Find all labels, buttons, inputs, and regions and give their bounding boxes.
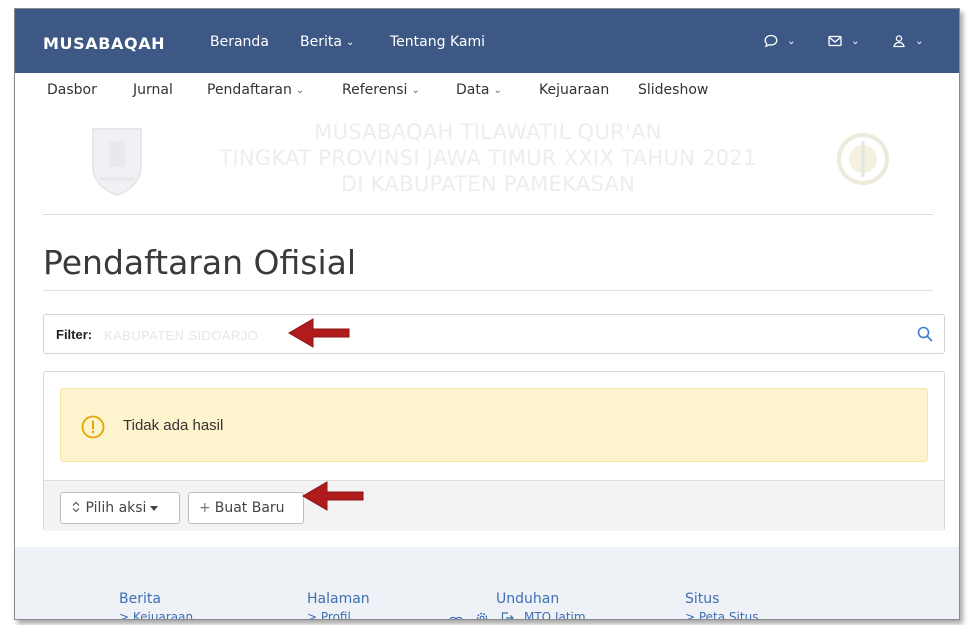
submenu-data[interactable]: Data ⌄ bbox=[456, 82, 502, 98]
event-banner: MUSABAQAH TILAWATIL QUR'AN TINGKAT PROVI… bbox=[43, 119, 933, 215]
results-panel: Tidak ada hasil Pilih aksi + Buat Baru bbox=[43, 371, 945, 531]
search-icon bbox=[917, 326, 933, 342]
submenu-jurnal[interactable]: Jurnal bbox=[133, 82, 173, 98]
user-menu-button[interactable]: ⌄ bbox=[891, 33, 924, 49]
submenu-referensi[interactable]: Referensi ⌄ bbox=[342, 82, 420, 98]
browser-viewport: MUSABAQAH Beranda Berita ⌄ Tentang Kami ⌄… bbox=[14, 8, 960, 620]
nav-berita-label: Berita bbox=[300, 34, 342, 50]
chevron-down-icon: ⌄ bbox=[295, 85, 305, 96]
footer-toolbar bbox=[449, 611, 514, 620]
footer-col-berita: Berita > Kejuaraan bbox=[119, 591, 193, 619]
chat-icon bbox=[764, 34, 778, 48]
banner-line-1: MUSABAQAH TILAWATIL QUR'AN bbox=[314, 120, 662, 144]
footer-heading-halaman[interactable]: Halaman bbox=[307, 591, 370, 607]
mail-icon bbox=[828, 35, 842, 47]
submenu-kejuaraan-label: Kejuaraan bbox=[539, 82, 610, 98]
warning-circle-icon bbox=[81, 415, 105, 439]
pilih-aksi-button[interactable]: Pilih aksi bbox=[60, 492, 180, 524]
chevron-down-icon: ⌄ bbox=[345, 37, 355, 48]
chevron-down-icon: ⌄ bbox=[787, 35, 796, 47]
banner-heading: MUSABAQAH TILAWATIL QUR'AN TINGKAT PROVI… bbox=[43, 119, 933, 197]
top-navbar: MUSABAQAH Beranda Berita ⌄ Tentang Kami ⌄… bbox=[15, 9, 959, 73]
site-footer: Berita > Kejuaraan Halaman > Profil Undu… bbox=[15, 547, 959, 620]
footer-col-situs: Situs > Peta Situs bbox=[685, 591, 758, 619]
footer-link-mtq-jatim[interactable]: MTQ Jatim bbox=[524, 610, 586, 619]
submenu-pendaftaran[interactable]: Pendaftaran ⌄ bbox=[207, 82, 304, 98]
nav-beranda[interactable]: Beranda bbox=[210, 34, 269, 50]
annotation-arrow-filter bbox=[288, 318, 350, 348]
brand-logo[interactable]: MUSABAQAH bbox=[43, 34, 165, 53]
mtq-emblem-logo bbox=[837, 133, 889, 185]
submenu-referensi-label: Referensi bbox=[342, 82, 408, 98]
footer-heading-unduhan[interactable]: Unduhan bbox=[496, 591, 586, 607]
chevron-down-icon: ⌄ bbox=[411, 85, 420, 96]
chevron-down-icon: ⌄ bbox=[915, 35, 924, 47]
submenu-dasbor-label: Dasbor bbox=[47, 82, 97, 98]
submenu-slideshow[interactable]: Slideshow bbox=[638, 82, 708, 98]
chat-menu-button[interactable]: ⌄ bbox=[763, 33, 796, 49]
page-title: Pendaftaran Ofisial bbox=[43, 243, 357, 282]
mail-menu-button[interactable]: ⌄ bbox=[827, 33, 860, 49]
filter-label: Filter: bbox=[56, 327, 93, 342]
chevron-down-icon: ⌄ bbox=[851, 35, 860, 47]
nav-tentang-kami[interactable]: Tentang Kami bbox=[390, 34, 485, 50]
submenu-slideshow-label: Slideshow bbox=[638, 82, 709, 98]
submenu-dasbor[interactable]: Dasbor bbox=[47, 82, 97, 98]
caret-down-icon bbox=[150, 505, 159, 511]
submenu-jurnal-label: Jurnal bbox=[133, 82, 173, 98]
logout-icon[interactable] bbox=[500, 611, 514, 620]
link-icon[interactable] bbox=[449, 615, 463, 620]
footer-link-profil[interactable]: > Profil bbox=[307, 610, 370, 619]
footer-link-peta-situs[interactable]: > Peta Situs bbox=[685, 610, 758, 619]
gear-icon[interactable] bbox=[475, 611, 489, 620]
empty-results-message: Tidak ada hasil bbox=[123, 417, 224, 434]
submenu-kejuaraan[interactable]: Kejuaraan bbox=[539, 82, 609, 98]
filter-search-button[interactable] bbox=[916, 325, 934, 348]
sort-updown-icon bbox=[72, 501, 80, 513]
banner-line-3: DI KABUPATEN PAMEKASAN bbox=[340, 172, 636, 196]
filter-input[interactable]: KABUPATEN SIDOARJO bbox=[104, 328, 258, 343]
submenu-data-label: Data bbox=[456, 82, 490, 98]
buat-baru-label: Buat Baru bbox=[214, 500, 285, 516]
chevron-down-icon: ⌄ bbox=[493, 85, 502, 96]
filter-field[interactable]: Filter: KABUPATEN SIDOARJO bbox=[43, 314, 945, 354]
pilih-aksi-label: Pilih aksi bbox=[85, 500, 147, 516]
footer-heading-berita[interactable]: Berita bbox=[119, 591, 193, 607]
banner-line-2: TINGKAT PROVINSI JAWA TIMUR XXIX TAHUN 2… bbox=[219, 146, 757, 170]
plus-icon: + bbox=[199, 500, 211, 516]
nav-beranda-label: Beranda bbox=[210, 34, 269, 50]
title-divider bbox=[43, 290, 933, 291]
nav-tentang-kami-label: Tentang Kami bbox=[390, 34, 485, 50]
empty-results-alert: Tidak ada hasil bbox=[60, 388, 928, 462]
buat-baru-button[interactable]: + Buat Baru bbox=[188, 492, 304, 524]
user-icon bbox=[893, 35, 905, 48]
panel-actions-bar: Pilih aksi + Buat Baru bbox=[44, 480, 944, 531]
nav-berita[interactable]: Berita ⌄ bbox=[300, 34, 354, 50]
submenu-pendaftaran-label: Pendaftaran bbox=[207, 82, 292, 98]
footer-col-halaman: Halaman > Profil bbox=[307, 591, 370, 619]
footer-heading-situs[interactable]: Situs bbox=[685, 591, 758, 607]
footer-link-kejuaraan[interactable]: > Kejuaraan bbox=[119, 610, 193, 619]
annotation-arrow-buat-baru bbox=[302, 481, 364, 511]
